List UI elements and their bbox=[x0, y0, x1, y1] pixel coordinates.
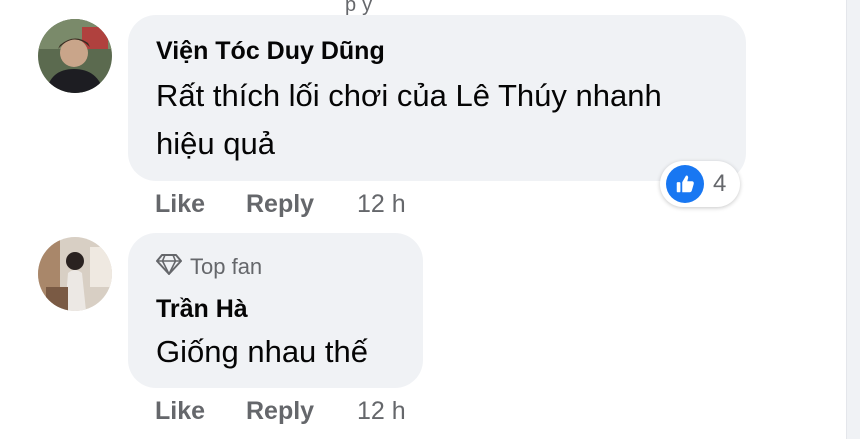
previous-comment-fragment: py bbox=[345, 0, 379, 16]
reaction-summary[interactable]: 4 bbox=[660, 161, 740, 207]
thumbs-up-icon bbox=[666, 165, 704, 203]
like-button[interactable]: Like bbox=[155, 190, 205, 219]
diamond-icon bbox=[156, 253, 182, 281]
like-button[interactable]: Like bbox=[155, 397, 205, 426]
reaction-count: 4 bbox=[713, 170, 727, 197]
comment-timestamp[interactable]: 12 h bbox=[357, 397, 406, 426]
comment-author[interactable]: Viện Tóc Duy Dũng bbox=[156, 37, 385, 66]
reply-button[interactable]: Reply bbox=[246, 190, 314, 219]
comment-text-line: hiệu quả bbox=[156, 126, 275, 161]
avatar[interactable] bbox=[38, 237, 112, 311]
comment-author[interactable]: Trần Hà bbox=[156, 295, 248, 324]
scrollbar-track[interactable] bbox=[846, 0, 860, 439]
comment-timestamp[interactable]: 12 h bbox=[357, 190, 406, 219]
top-fan-badge: Top fan bbox=[156, 253, 262, 281]
comment-text-line: Giống nhau thế bbox=[156, 334, 369, 369]
comment-bubble: Viện Tóc Duy Dũng Rất thích lối chơi của… bbox=[128, 15, 746, 181]
reply-button[interactable]: Reply bbox=[246, 397, 314, 426]
avatar[interactable] bbox=[38, 19, 112, 93]
comment-bubble: Top fan Trần Hà Giống nhau thế bbox=[128, 233, 423, 388]
badge-label: Top fan bbox=[190, 254, 263, 279]
comment-text-line: Rất thích lối chơi của Lê Thúy nhanh bbox=[156, 78, 662, 113]
comments-panel: py Viện Tóc Duy Dũng Rất thích lối chơi … bbox=[0, 0, 860, 439]
